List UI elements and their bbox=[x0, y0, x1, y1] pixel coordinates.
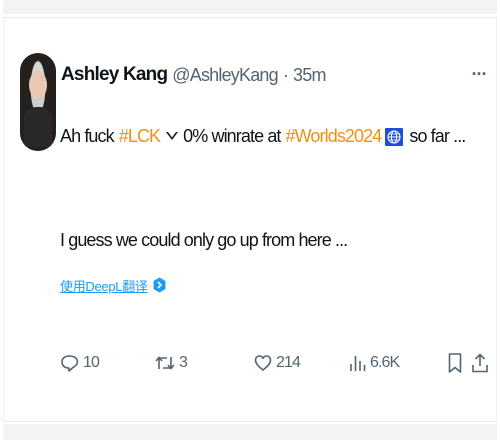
tweet-text-line-1: Ah fuck #LCK 0% winrate at #Worlds2024 s… bbox=[60, 122, 466, 150]
reply-count: 10 bbox=[83, 354, 100, 371]
like-count: 214 bbox=[276, 354, 301, 371]
avatar-shoulders bbox=[24, 107, 52, 147]
translate-icon[interactable] bbox=[153, 277, 166, 293]
chevron-down-icon bbox=[166, 132, 179, 140]
share-icon bbox=[472, 353, 488, 373]
avatar-face bbox=[29, 71, 47, 99]
hashtag-lck[interactable]: #LCK bbox=[119, 126, 161, 147]
avatar[interactable] bbox=[20, 53, 56, 151]
tweet-header: Ashley Kang @AshleyKang · 35m bbox=[61, 62, 326, 88]
timestamp[interactable]: 35m bbox=[293, 65, 326, 86]
repost-button[interactable]: 3 bbox=[154, 343, 188, 383]
top-separator-band bbox=[3, 0, 497, 14]
more-options-button[interactable]: ··· bbox=[469, 62, 489, 86]
top-divider bbox=[3, 17, 497, 18]
heart-icon bbox=[254, 355, 272, 371]
separator-dot: · bbox=[282, 64, 289, 85]
right-border bbox=[496, 18, 497, 421]
reply-icon bbox=[61, 355, 79, 372]
hashtag-worlds2024[interactable]: #Worlds2024 bbox=[286, 126, 383, 147]
reply-button[interactable]: 10 bbox=[60, 343, 100, 383]
tweet-text-part1: Ah fuck bbox=[60, 125, 115, 146]
left-border bbox=[3, 18, 4, 421]
bookmark-button[interactable] bbox=[447, 343, 463, 383]
views-button[interactable]: 6.6K bbox=[349, 343, 400, 383]
views-count: 6.6K bbox=[370, 354, 400, 371]
bottom-separator-band bbox=[3, 424, 497, 440]
views-icon bbox=[350, 356, 366, 371]
translate-link[interactable]: 使用DeepL翻译 bbox=[60, 276, 148, 295]
author-handle[interactable]: @AshleyKang bbox=[172, 65, 278, 86]
bookmark-icon bbox=[448, 353, 462, 373]
tweet-card[interactable]: Ashley Kang @AshleyKang · 35m ··· Ah fuc… bbox=[3, 0, 497, 440]
repost-count: 3 bbox=[179, 354, 188, 371]
share-button[interactable] bbox=[471, 343, 489, 383]
tweet-text-part3: so far ... bbox=[409, 125, 466, 146]
translate-row: 使用DeepL翻译 bbox=[60, 272, 166, 298]
repost-icon bbox=[155, 356, 175, 370]
like-button[interactable]: 214 bbox=[253, 343, 301, 383]
author-name[interactable]: Ashley Kang bbox=[61, 64, 168, 86]
bottom-divider bbox=[3, 421, 497, 422]
globe-icon bbox=[385, 128, 404, 146]
tweet-text-part2: 0% winrate at bbox=[183, 125, 281, 146]
action-bar: 10 3 214 6.6K bbox=[60, 343, 492, 383]
tweet-text-line-2: I guess we could only go up from here ..… bbox=[60, 229, 348, 250]
